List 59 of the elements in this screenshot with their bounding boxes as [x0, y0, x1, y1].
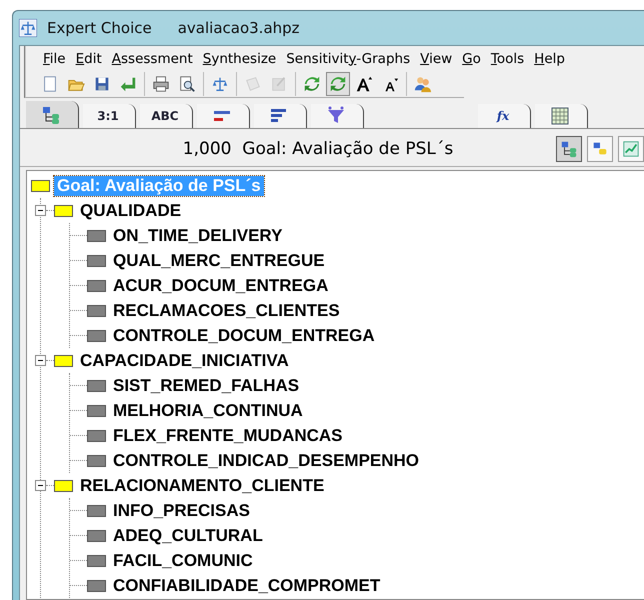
tree-node[interactable]: CONTROLE_INDICAD_DESEMPENHO: [110, 450, 422, 470]
view-button[interactable]: [556, 136, 582, 162]
menu-item[interactable]: Help: [529, 48, 570, 68]
menu-item[interactable]: Edit: [70, 48, 107, 68]
circular-arrows-icon: [303, 75, 321, 93]
tree-node[interactable]: ON_TIME_DELIVERY: [110, 226, 286, 246]
menu-item[interactable]: Go: [457, 48, 486, 68]
tree-node[interactable]: CONTROLE_DOCUM_ENTREGA: [110, 326, 378, 346]
file-name: avaliacao3.ahpz: [178, 19, 300, 37]
tab[interactable]: [197, 104, 250, 128]
menu-item[interactable]: Assessment: [106, 48, 198, 68]
grid-icon: [550, 106, 570, 126]
menu-item[interactable]: Sensitivity-Graphs: [281, 48, 416, 68]
menu-item[interactable]: Synthesize: [198, 48, 282, 68]
tree-node[interactable]: INFO_PRECISAS: [110, 500, 253, 520]
tab[interactable]: [254, 104, 307, 128]
tab[interactable]: [26, 101, 79, 128]
tree-node[interactable]: RELACIONAMENTO_CLIENTE: [77, 476, 328, 496]
return-arrow-icon: [119, 75, 137, 93]
printer-icon: [152, 75, 170, 93]
menu-item[interactable]: Tools: [486, 48, 530, 68]
window-title: Expert Choice: [47, 19, 152, 37]
collapse-toggle[interactable]: [35, 355, 46, 366]
view-button[interactable]: [587, 136, 613, 162]
tree-hierarchy-icon: [560, 140, 578, 158]
tree-node[interactable]: FLEX_FRENTE_MUDANCAS: [110, 426, 346, 446]
people-icon: [414, 75, 432, 93]
menu-item[interactable]: File: [38, 48, 71, 68]
tab[interactable]: 3:1: [83, 104, 136, 128]
tree-node[interactable]: RECLAMACOES_CLIENTES: [110, 300, 343, 320]
line-chart-icon: [622, 140, 640, 158]
tree-hierarchy-icon: [41, 104, 61, 124]
tree-node[interactable]: CAPACIDADE_INICIATIVA: [77, 350, 292, 370]
tree-node[interactable]: ACUR_DOCUM_ENTREGA: [110, 276, 332, 296]
view-button[interactable]: [618, 136, 644, 162]
menu-item[interactable]: View: [415, 48, 458, 68]
tree-node[interactable]: QUALIDADE: [77, 200, 184, 220]
tab[interactable]: [311, 104, 364, 128]
tree-node[interactable]: ADEQ_CULTURAL: [110, 526, 266, 546]
balance-scale-icon: [211, 75, 229, 93]
tab[interactable]: fx: [478, 104, 531, 128]
tab[interactable]: ABC: [140, 104, 193, 128]
document-icon: [244, 75, 262, 93]
funnel-icon: [326, 106, 346, 126]
tree-node[interactable]: MELHORIA_CONTINUA: [110, 400, 306, 420]
font-larger-icon: [355, 75, 373, 93]
pencil-icon: [270, 75, 288, 93]
balance-scale-icon: [19, 19, 37, 37]
magnifier-page-icon: [178, 75, 196, 93]
tab[interactable]: [535, 104, 588, 128]
tree-node[interactable]: CONFIABILIDADE_COMPROMET: [110, 576, 384, 596]
tree-node[interactable]: FACIL_COMUNIC: [110, 550, 256, 570]
circular-arrows-icon: [329, 75, 347, 93]
tree-node[interactable]: SIST_REMED_FALHAS: [110, 376, 302, 396]
collapse-toggle[interactable]: [35, 480, 46, 491]
goal-priority: 1,000 Goal: Avaliação de PSL´s: [182, 139, 454, 159]
tree-node[interactable]: QUAL_MERC_ENTREGUE: [110, 250, 328, 270]
new-document-icon: [41, 75, 59, 93]
collapse-toggle[interactable]: [35, 205, 46, 216]
